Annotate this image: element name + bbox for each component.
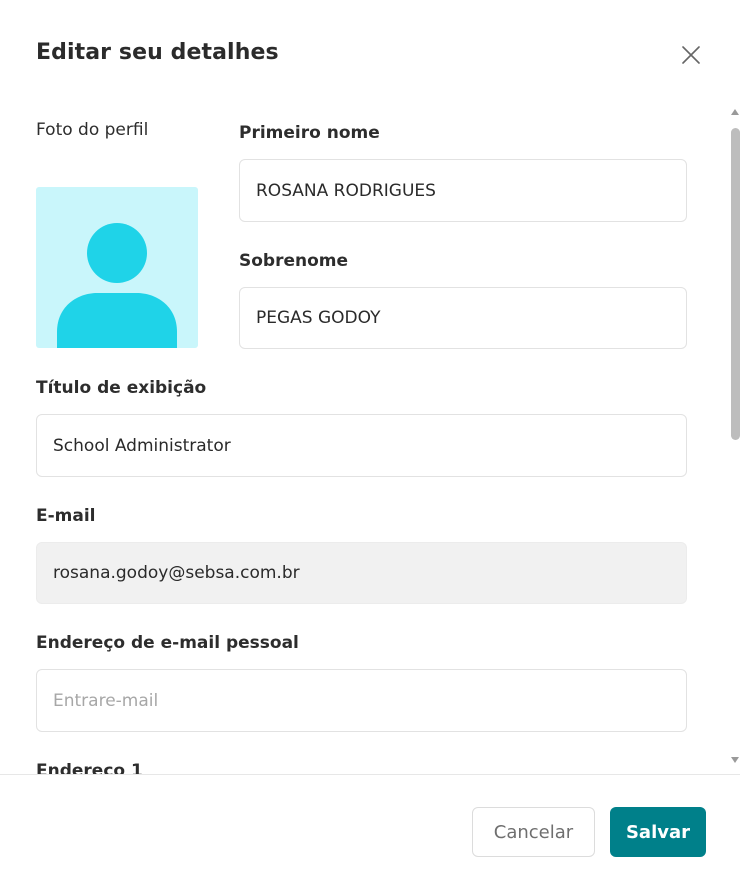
personal-email-label: Endereço de e-mail pessoal bbox=[36, 633, 299, 653]
close-icon bbox=[682, 46, 700, 64]
email-field: rosana.godoy@sebsa.com.br bbox=[36, 542, 687, 604]
close-button[interactable] bbox=[676, 40, 706, 70]
scrollbar[interactable] bbox=[727, 106, 740, 770]
display-title-label: Título de exibição bbox=[36, 378, 207, 398]
profile-photo[interactable] bbox=[36, 187, 198, 348]
scrollbar-thumb[interactable] bbox=[731, 128, 740, 440]
address1-label: Endereço 1 bbox=[36, 761, 143, 774]
personal-email-field[interactable]: Entrare-mail bbox=[36, 669, 687, 732]
first-name-field[interactable]: ROSANA RODRIGUES bbox=[239, 159, 687, 222]
first-name-label: Primeiro nome bbox=[239, 123, 380, 143]
profile-photo-label: Foto do perfil bbox=[36, 120, 149, 140]
cancel-button[interactable]: Cancelar bbox=[472, 807, 595, 857]
form-scroll-area[interactable]: Foto do perfil Primeiro nome ROSANA RODR… bbox=[0, 100, 740, 774]
edit-details-dialog: Editar seu detalhes Foto do perfil Prime… bbox=[0, 0, 740, 882]
display-title-field[interactable]: School Administrator bbox=[36, 414, 687, 477]
save-button[interactable]: Salvar bbox=[610, 807, 706, 857]
last-name-field[interactable]: PEGAS GODOY bbox=[239, 287, 687, 349]
person-avatar-icon bbox=[57, 223, 177, 348]
scroll-down-arrow-icon[interactable] bbox=[730, 756, 740, 764]
dialog-footer: Cancelar Salvar bbox=[0, 774, 740, 882]
email-label: E-mail bbox=[36, 506, 96, 526]
dialog-title: Editar seu detalhes bbox=[36, 40, 279, 65]
scroll-up-arrow-icon[interactable] bbox=[730, 108, 740, 116]
last-name-label: Sobrenome bbox=[239, 251, 349, 271]
